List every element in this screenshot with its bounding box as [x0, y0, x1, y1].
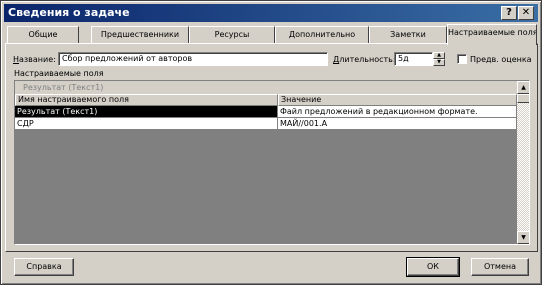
table-row-value[interactable]: МАЙ//001.А	[278, 118, 517, 130]
column-header-value[interactable]: Значение	[278, 94, 517, 106]
spin-down-icon[interactable]: ▼	[433, 59, 445, 66]
help-question-icon[interactable]: ?	[501, 6, 517, 20]
scroll-thumb[interactable]	[517, 94, 529, 103]
title-bar[interactable]: Сведения о задаче ? ✕	[4, 4, 538, 22]
close-icon[interactable]: ✕	[518, 6, 534, 20]
ok-button[interactable]: ОК	[406, 257, 460, 277]
duration-input[interactable]: 5д	[394, 52, 433, 66]
tab-custom-fields[interactable]: Настраиваемые поля	[447, 24, 537, 45]
tab-general[interactable]: Общие	[7, 26, 79, 44]
vertical-scrollbar[interactable]: ▲ ▼	[517, 81, 529, 244]
scroll-down-icon[interactable]: ▼	[517, 231, 529, 244]
dialog-title: Сведения о задаче	[8, 6, 130, 19]
duration-spinner[interactable]: ▲ ▼	[433, 52, 445, 66]
table-row-value[interactable]: Файл предложений в редакционном формате.	[278, 106, 517, 118]
scroll-up-icon[interactable]: ▲	[517, 81, 529, 94]
tab-notes[interactable]: Заметки	[369, 26, 447, 44]
column-header-field-name[interactable]: Имя настраиваемого поля	[15, 94, 278, 106]
custom-fields-grid: Результат (Текст1) Имя настраиваемого по…	[14, 80, 530, 245]
table-row-name[interactable]: Результат (Текст1)	[15, 106, 278, 118]
tab-resources[interactable]: Ресурсы	[189, 26, 275, 44]
spin-up-icon[interactable]: ▲	[433, 52, 445, 59]
grid-edit-row[interactable]: Результат (Текст1)	[15, 81, 517, 94]
tab-predecessors[interactable]: Предшественники	[91, 26, 189, 44]
help-button[interactable]: Справка	[14, 258, 74, 276]
cancel-button[interactable]: Отмена	[471, 258, 529, 276]
task-info-dialog: Сведения о задаче ? ✕ Общие Предшественн…	[0, 0, 542, 285]
task-name-input[interactable]: Сбор предложений от авторов	[58, 52, 328, 66]
estimate-label: Предв. оценка	[470, 55, 532, 64]
table-row-name[interactable]: СДР	[15, 118, 278, 130]
estimate-checkbox[interactable]	[457, 54, 467, 64]
tab-strip: Общие Предшественники Ресурсы Дополнител…	[5, 24, 539, 45]
tab-advanced[interactable]: Дополнительно	[275, 26, 369, 44]
duration-label: Длительность:	[333, 55, 396, 64]
custom-fields-section-label: Настраиваемые поля	[14, 69, 104, 78]
name-label: Название:	[13, 55, 56, 64]
